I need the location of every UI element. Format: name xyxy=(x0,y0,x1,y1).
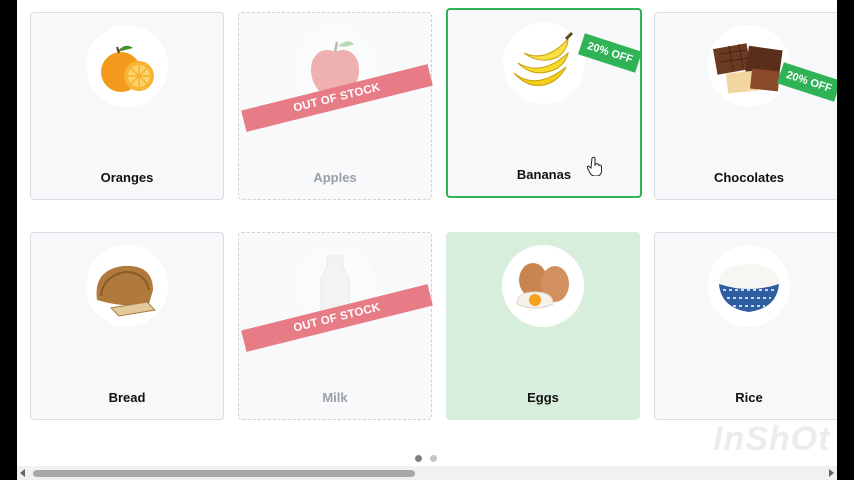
hand-pointer-icon xyxy=(587,156,602,176)
rice-image xyxy=(708,245,790,327)
product-name: Eggs xyxy=(527,390,559,405)
product-name: Oranges xyxy=(100,170,154,185)
scroll-thumb[interactable] xyxy=(33,470,415,477)
bread-icon xyxy=(96,265,157,317)
oranges-image xyxy=(86,25,168,107)
product-card-apples[interactable]: OUT OF STOCK Apples xyxy=(238,12,433,200)
pagination-dot[interactable] xyxy=(430,455,437,462)
egg-icon xyxy=(516,263,569,309)
product-card-eggs[interactable]: Eggs xyxy=(446,232,640,420)
orange-icon xyxy=(101,45,154,92)
horizontal-scrollbar[interactable] xyxy=(17,466,837,480)
watermark-logo: InShOt xyxy=(713,420,831,458)
pagination-dot[interactable] xyxy=(415,455,422,462)
bananas-image xyxy=(503,22,585,104)
eggs-image xyxy=(502,245,584,327)
discount-badge: 20% OFF xyxy=(578,33,642,73)
product-name: Milk xyxy=(322,390,348,405)
product-card-bananas[interactable]: 20% OFF Bananas xyxy=(446,8,642,198)
scroll-left-arrow-icon[interactable] xyxy=(20,469,25,477)
product-name: Apples xyxy=(313,170,357,185)
chocolates-image xyxy=(708,25,790,107)
rice-bowl-icon xyxy=(719,264,779,312)
bread-image xyxy=(86,245,168,327)
scroll-right-arrow-icon[interactable] xyxy=(829,469,834,477)
product-card-milk[interactable]: OUT OF STOCK Milk xyxy=(238,232,433,420)
product-card-chocolates[interactable]: 20% OFF Chocolates xyxy=(654,12,837,200)
product-card-oranges[interactable]: Oranges xyxy=(30,12,224,200)
product-card-rice[interactable]: Rice xyxy=(654,232,837,420)
product-card-bread[interactable]: Bread xyxy=(30,232,224,420)
product-name: Bananas xyxy=(516,167,572,182)
pagination-dots xyxy=(415,455,437,462)
banana-icon xyxy=(513,31,574,86)
product-name: Rice xyxy=(735,390,763,405)
product-name: Chocolates xyxy=(713,170,785,185)
chocolate-icon xyxy=(713,43,783,94)
product-name: Bread xyxy=(108,390,146,405)
product-grid-viewport: Oranges OUT OF STOCK Apples 20% OFF Bana… xyxy=(17,0,837,480)
